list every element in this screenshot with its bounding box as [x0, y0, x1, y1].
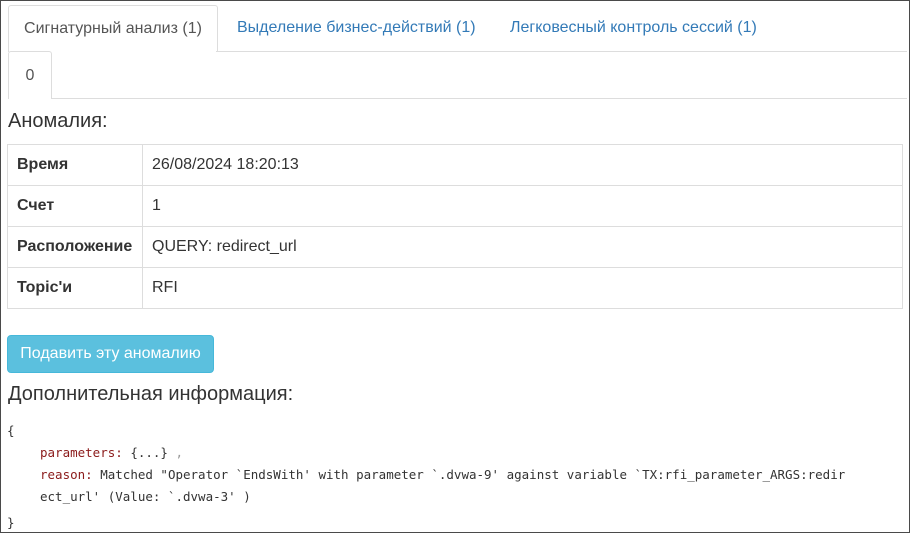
parameters-line: parameters: {...} ,	[7, 442, 903, 464]
tab-divider	[216, 51, 907, 52]
row-key: Время	[7, 144, 143, 186]
tab-session-control[interactable]: Легковесный контроль сессий (1)	[510, 5, 757, 51]
subtab-0[interactable]: 0	[8, 51, 52, 99]
table-row: Время 26/08/2024 18:20:13	[7, 144, 903, 186]
row-value: 26/08/2024 18:20:13	[142, 144, 903, 186]
row-value: QUERY: redirect_url	[142, 226, 903, 268]
tab-business-actions[interactable]: Выделение бизнес-действий (1)	[237, 5, 476, 51]
reason-key: reason:	[40, 467, 93, 482]
reason-line-cont: ect_url' (Value: `.dvwa-3' )	[40, 489, 251, 504]
parameters-toggle[interactable]: {...}	[130, 445, 168, 460]
tab-bar: Сигнатурный анализ (1) Выделение бизнес-…	[8, 0, 907, 99]
anomaly-table: Время 26/08/2024 18:20:13 Счет 1 Располо…	[7, 144, 903, 309]
parameters-key: parameters:	[40, 445, 123, 460]
table-row: Расположение QUERY: redirect_url	[7, 226, 903, 268]
suppress-anomaly-button[interactable]: Подавить эту аномалию	[7, 335, 214, 373]
extra-info-json: { parameters: {...} , reason: Matched "O…	[7, 420, 903, 534]
row-value: 1	[142, 185, 903, 227]
anomaly-heading: Аномалия:	[8, 110, 108, 132]
tab-signature-analysis[interactable]: Сигнатурный анализ (1)	[8, 5, 218, 52]
open-brace: {	[7, 423, 15, 438]
row-key: Topic'и	[7, 267, 143, 309]
table-row: Счет 1	[7, 185, 903, 227]
table-row: Topic'и RFI	[7, 267, 903, 309]
close-brace: }	[7, 515, 15, 530]
row-key: Счет	[7, 185, 143, 227]
reason-value: Matched "Operator `EndsWith' with parame…	[100, 467, 846, 482]
subtab-divider	[51, 98, 907, 99]
extra-info-heading: Дополнительная информация:	[8, 383, 294, 405]
parameters-comma: ,	[175, 445, 184, 460]
row-value: RFI	[142, 267, 903, 309]
row-key: Расположение	[7, 226, 143, 268]
reason-line: reason: Matched "Operator `EndsWith' wit…	[7, 464, 903, 486]
